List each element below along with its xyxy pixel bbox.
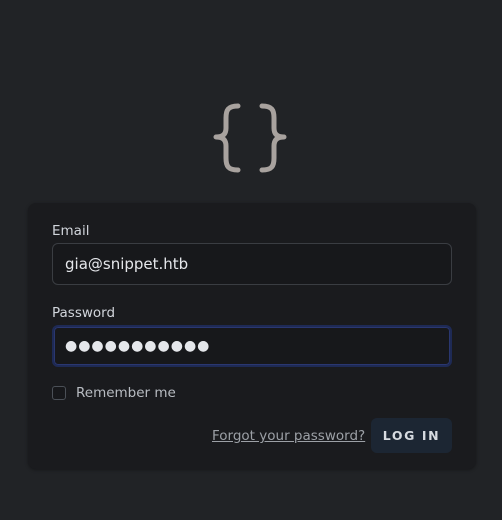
password-label: Password — [52, 305, 116, 321]
login-card: Email gia@snippet.htb Password ●●●●●●●●●… — [28, 203, 476, 469]
email-label: Email — [52, 223, 90, 239]
password-field[interactable]: ●●●●●●●●●●● — [52, 325, 452, 367]
email-field[interactable]: gia@snippet.htb — [52, 243, 452, 285]
curly-braces-icon — [208, 98, 296, 178]
login-button[interactable]: LOG IN — [371, 418, 452, 453]
remember-me-checkbox[interactable] — [52, 386, 66, 400]
remember-me-label: Remember me — [76, 385, 176, 401]
remember-me-row[interactable]: Remember me — [52, 385, 176, 401]
forgot-password-link[interactable]: Forgot your password? — [212, 428, 365, 444]
